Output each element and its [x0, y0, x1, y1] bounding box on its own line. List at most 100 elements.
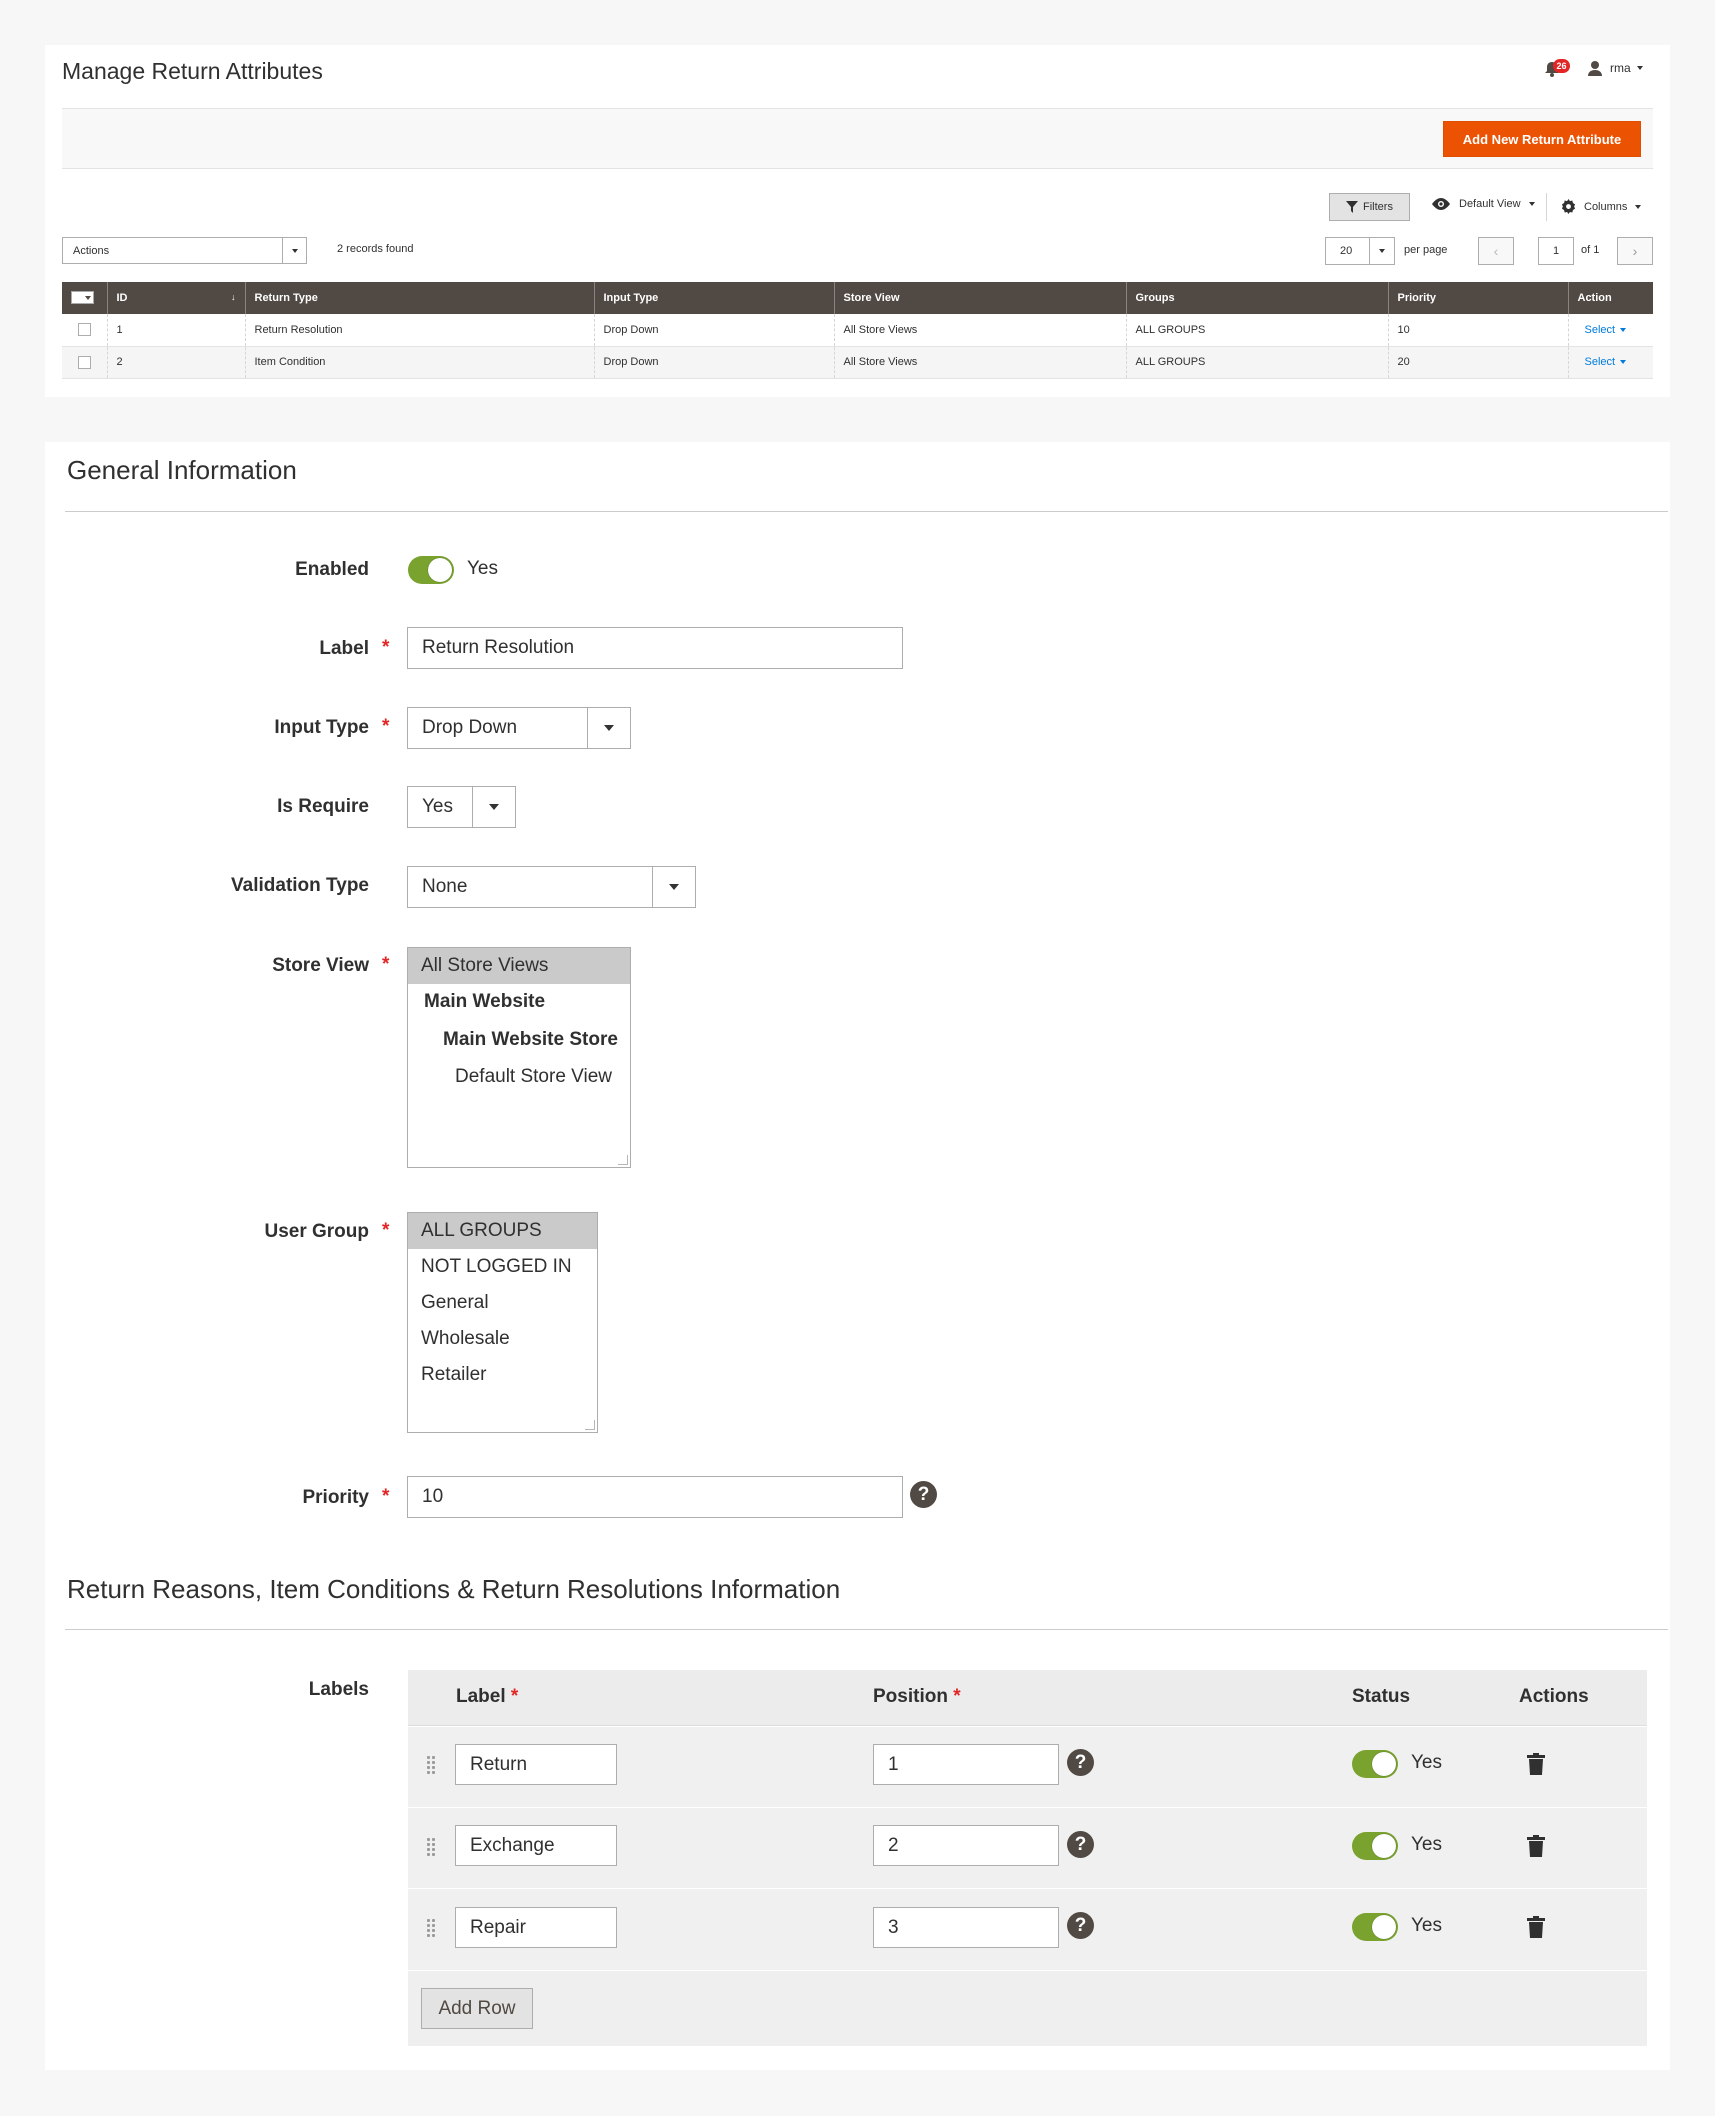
row-checkbox[interactable]	[77, 355, 91, 369]
reason-status-toggle[interactable]	[1352, 1913, 1398, 1941]
validation-type-select[interactable]: None	[407, 866, 696, 908]
table-row[interactable]: 1 Return Resolution Drop Down All Store …	[62, 314, 1653, 346]
resize-handle[interactable]	[585, 1420, 595, 1430]
user-group-multiselect[interactable]: ALL GROUPS NOT LOGGED IN General Wholesa…	[407, 1212, 598, 1433]
default-view-dropdown[interactable]: Default View	[1431, 198, 1535, 210]
columns-dropdown[interactable]: Columns	[1561, 199, 1642, 214]
reason-position-value: 1	[888, 1753, 899, 1775]
filter-icon	[1346, 201, 1359, 213]
page-number-input[interactable]: 1	[1538, 237, 1574, 265]
cell-return-type: Return Resolution	[244, 314, 594, 346]
store-view-option[interactable]: Main Website	[408, 984, 630, 1020]
store-view-option[interactable]: Default Store View	[408, 1059, 630, 1095]
reason-position-input[interactable]: 2	[873, 1825, 1059, 1866]
reason-position-input[interactable]: 1	[873, 1744, 1059, 1785]
required-asterisk: *	[382, 1486, 390, 1507]
reason-label-value: Return	[470, 1753, 528, 1775]
trash-icon[interactable]	[1527, 1835, 1545, 1862]
drag-handle-icon[interactable]	[426, 1755, 436, 1775]
mass-actions-select[interactable]: Actions	[62, 237, 307, 264]
default-view-label: Default View	[1459, 198, 1521, 210]
help-icon[interactable]: ?	[910, 1481, 937, 1508]
is-require-select[interactable]: Yes	[407, 786, 516, 828]
attributes-grid: ID ↓ Return Type Input Type Store View Gr…	[62, 282, 1653, 379]
label-label: Label	[319, 638, 369, 659]
column-header-input-type[interactable]: Input Type	[593, 282, 834, 314]
drag-handle-icon[interactable]	[426, 1918, 436, 1938]
row-action-select[interactable]: Select	[1585, 324, 1627, 336]
input-type-label: Input Type	[274, 717, 369, 738]
user-group-option[interactable]: Retailer	[408, 1357, 597, 1393]
help-icon[interactable]: ?	[1067, 1912, 1094, 1939]
cell-input-type: Drop Down	[593, 346, 834, 378]
reason-label-input[interactable]: Repair	[455, 1907, 617, 1948]
user-menu[interactable]: rma	[1610, 61, 1643, 75]
column-header-groups[interactable]: Groups	[1125, 282, 1388, 314]
reason-label-input[interactable]: Exchange	[455, 1825, 617, 1866]
enabled-toggle[interactable]	[408, 556, 454, 584]
input-type-value: Drop Down	[422, 717, 518, 738]
priority-value: 10	[422, 1486, 444, 1507]
priority-input[interactable]: 10	[407, 1476, 903, 1518]
column-header-id-label: ID	[116, 292, 128, 304]
per-page-select[interactable]: 20	[1325, 237, 1395, 265]
mass-select-header[interactable]	[62, 282, 107, 314]
resize-handle[interactable]	[618, 1155, 628, 1165]
reason-status-toggle[interactable]	[1352, 1750, 1398, 1778]
mass-select-checkbox[interactable]	[71, 291, 94, 304]
reason-position-input[interactable]: 3	[873, 1907, 1059, 1948]
validation-type-label: Validation Type	[231, 875, 369, 896]
user-group-option[interactable]: NOT LOGGED IN	[408, 1249, 597, 1285]
chevron-down-icon	[472, 787, 515, 827]
priority-label: Priority	[302, 1487, 369, 1508]
store-view-option[interactable]: All Store Views	[408, 948, 630, 984]
column-header-store-view[interactable]: Store View	[833, 282, 1126, 314]
chevron-right-icon: ›	[1632, 243, 1638, 259]
drag-handle-icon[interactable]	[426, 1837, 436, 1857]
trash-icon[interactable]	[1527, 1753, 1545, 1780]
chevron-down-icon	[1369, 238, 1394, 264]
enabled-value: Yes	[467, 558, 498, 579]
add-row-button[interactable]: Add Row	[421, 1988, 533, 2029]
reason-position-value: 2	[888, 1834, 899, 1856]
reason-status-toggle[interactable]	[1352, 1832, 1398, 1860]
user-group-option[interactable]: Wholesale	[408, 1321, 597, 1357]
divider	[1546, 193, 1547, 221]
reason-status-value: Yes	[1411, 1915, 1442, 1936]
required-asterisk: *	[510, 1686, 519, 1707]
cell-id: 1	[106, 314, 245, 346]
row-checkbox[interactable]	[77, 323, 91, 337]
column-header-return-type[interactable]: Return Type	[244, 282, 594, 314]
user-icon	[1587, 60, 1603, 76]
reason-status-value: Yes	[1411, 1834, 1442, 1855]
label-input[interactable]: Return Resolution	[407, 627, 903, 669]
store-view-multiselect[interactable]: All Store Views Main Website Main Websit…	[407, 947, 631, 1168]
required-asterisk: *	[953, 1686, 961, 1707]
previous-page-button[interactable]: ‹	[1478, 237, 1514, 265]
reason-label-input[interactable]: Return	[455, 1744, 617, 1785]
help-icon[interactable]: ?	[1067, 1831, 1094, 1858]
help-icon[interactable]: ?	[1067, 1749, 1094, 1776]
column-header-id[interactable]: ID ↓	[106, 282, 245, 314]
row-action-select[interactable]: Select	[1585, 356, 1627, 368]
column-header-actions: Actions	[1519, 1686, 1589, 1707]
add-new-return-attribute-button[interactable]: Add New Return Attribute	[1443, 121, 1641, 157]
trash-icon[interactable]	[1527, 1916, 1545, 1943]
next-page-button[interactable]: ›	[1617, 237, 1653, 265]
input-type-select[interactable]: Drop Down	[407, 707, 631, 749]
column-header-priority[interactable]: Priority	[1387, 282, 1568, 314]
columns-label: Columns	[1584, 200, 1628, 213]
user-group-option[interactable]: ALL GROUPS	[408, 1213, 597, 1249]
table-row[interactable]: 2 Item Condition Drop Down All Store Vie…	[62, 346, 1653, 378]
column-header-position-text: Position	[873, 1686, 948, 1707]
store-view-option[interactable]: Main Website Store	[408, 1020, 630, 1059]
cell-priority: 10	[1387, 314, 1568, 346]
is-require-label: Is Require	[277, 796, 369, 817]
column-header-status: Status	[1352, 1686, 1411, 1707]
required-asterisk: *	[382, 954, 390, 975]
store-view-label: Store View	[272, 955, 369, 976]
required-asterisk: *	[382, 716, 390, 737]
filters-button[interactable]: Filters	[1329, 193, 1410, 221]
user-group-option[interactable]: General	[408, 1285, 597, 1321]
general-information-title: General Information	[67, 455, 297, 485]
